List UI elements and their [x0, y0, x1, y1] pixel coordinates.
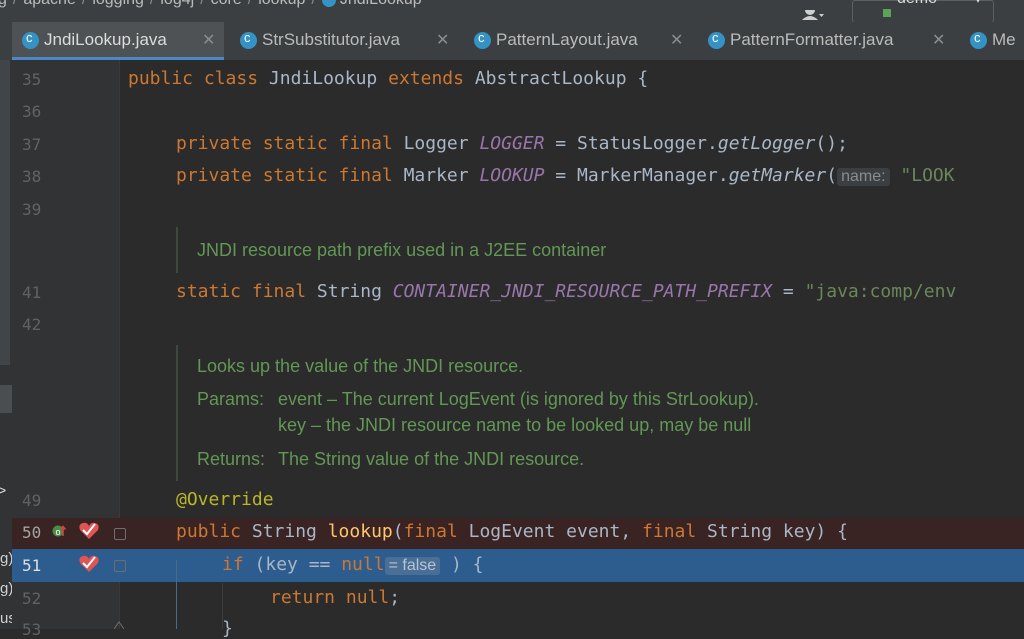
- tab-jndilookup[interactable]: JndiLookup.java ✕: [12, 22, 224, 60]
- class-icon: [22, 30, 39, 49]
- breadcrumb-item[interactable]: core: [211, 0, 242, 8]
- breadcrumb-item[interactable]: apache: [23, 0, 76, 8]
- tab-patternformatter[interactable]: PatternFormatter.java ✕: [698, 22, 954, 60]
- tab-label: Me: [992, 30, 1016, 49]
- breadcrumb-item[interactable]: g: [0, 0, 7, 8]
- breakpoint-icon[interactable]: [78, 554, 100, 574]
- doc-param: event – The current LogEvent (is ignored…: [278, 389, 759, 409]
- tab-label: StrSubstitutor.java: [262, 30, 400, 49]
- code-line-35[interactable]: public class JndiLookup extends Abstract…: [128, 68, 648, 89]
- close-icon[interactable]: ✕: [202, 30, 215, 50]
- line-number: 39: [22, 200, 42, 219]
- user-icon[interactable]: [802, 10, 824, 20]
- code-line-49[interactable]: @Override: [176, 489, 274, 510]
- code-line-38[interactable]: private static final Marker LOOKUP = Mar…: [176, 165, 955, 186]
- breadcrumb-row: g/apache/logging/log4j/core/lookup/JndiL…: [0, 0, 422, 8]
- breakpoint-icon[interactable]: [78, 521, 100, 541]
- code-line-50[interactable]: public String lookup(final LogEvent even…: [176, 521, 848, 542]
- run-config-icon: [883, 9, 891, 17]
- tab-label: JndiLookup.java: [44, 30, 167, 49]
- indent-guide: [176, 560, 177, 629]
- inline-value-hint: = false: [384, 557, 441, 575]
- tab-patternlayout[interactable]: PatternLayout.java ✕: [464, 22, 692, 60]
- breadcrumb-item[interactable]: logging: [92, 0, 144, 8]
- breadcrumb: g/apache/logging/log4j/core/lookup/JndiL…: [0, 0, 1024, 22]
- breadcrumb-item[interactable]: lookup: [258, 0, 305, 8]
- class-icon: [321, 0, 336, 7]
- doc-border: [176, 345, 178, 481]
- breadcrumb-item[interactable]: JndiLookup: [340, 0, 422, 8]
- override-method-icon[interactable]: o: [52, 524, 66, 538]
- fold-icon[interactable]: [114, 528, 126, 540]
- svg-text:o: o: [56, 527, 61, 537]
- doc-border: [176, 227, 178, 273]
- side-fragment: >: [0, 482, 7, 498]
- line-number: 52: [22, 589, 42, 608]
- breadcrumb-item[interactable]: log4j: [160, 0, 194, 8]
- tab-strsubstitutor[interactable]: StrSubstitutor.java ✕: [230, 22, 458, 60]
- selection-marker: [0, 385, 12, 413]
- fold-icon[interactable]: [114, 560, 126, 572]
- line-number: 36: [22, 102, 42, 121]
- class-icon: [708, 30, 725, 49]
- line-number: 42: [22, 315, 42, 334]
- class-icon: [474, 30, 491, 49]
- line-number: 53: [22, 620, 42, 639]
- tab-label: PatternFormatter.java: [730, 30, 894, 49]
- doc-params-label: Params:: [197, 389, 265, 409]
- code-line-41[interactable]: static final String CONTAINER_JNDI_RESOU…: [176, 281, 956, 302]
- tab-label: PatternLayout.java: [496, 30, 638, 49]
- editor-tab-bar: JndiLookup.java ✕ StrSubstitutor.java ✕ …: [0, 22, 1024, 61]
- close-icon[interactable]: ✕: [932, 30, 945, 50]
- line-number: 38: [22, 167, 42, 186]
- doc-returns: The String value of the JNDI resource.: [278, 449, 585, 469]
- doc-summary: Looks up the value of the JNDI resource.: [197, 356, 524, 376]
- code-line-51[interactable]: if (key == null = false ) {: [222, 554, 484, 575]
- tab-me[interactable]: Me: [960, 22, 1024, 60]
- line-number: 41: [22, 283, 42, 302]
- doc-returns-label: Returns:: [197, 449, 266, 469]
- run-config-selector[interactable]: demo ▾: [852, 0, 994, 22]
- line-number: 49: [22, 491, 42, 510]
- class-icon: [970, 30, 987, 49]
- close-icon[interactable]: ✕: [670, 30, 683, 50]
- class-icon: [240, 30, 257, 49]
- parameter-hint: name:: [837, 168, 890, 186]
- close-icon[interactable]: ✕: [436, 30, 449, 50]
- code-line-52[interactable]: return null;: [270, 587, 400, 608]
- line-number: 51: [22, 556, 42, 575]
- scroll-region[interactable]: [0, 60, 10, 365]
- line-number: 37: [22, 135, 42, 154]
- doc-param: key – the JNDI resource name to be looke…: [278, 415, 752, 435]
- left-tool-strip: >: [0, 60, 12, 629]
- fold-end-icon[interactable]: [114, 620, 124, 629]
- code-line-37[interactable]: private static final Logger LOGGER = Sta…: [176, 133, 848, 154]
- rendered-doc-comment: JNDI resource path prefix used in a J2EE…: [197, 240, 607, 260]
- line-number: 35: [22, 70, 42, 89]
